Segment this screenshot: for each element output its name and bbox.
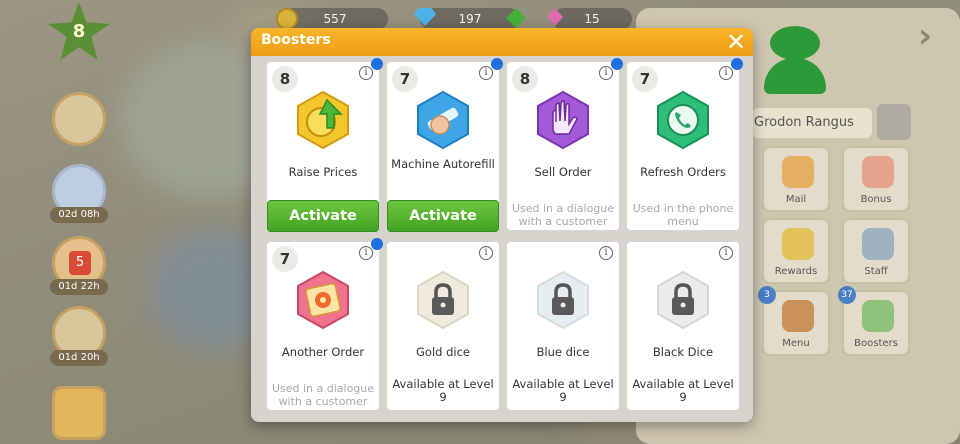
menu-tile-mail[interactable]: Mail	[762, 146, 830, 212]
dialog-title: Boosters	[261, 32, 331, 48]
menu-badge: 3	[758, 286, 776, 304]
lock-icon	[653, 270, 713, 330]
booster-name: Raise Prices	[288, 165, 358, 179]
usage-note: Used in a dialogue with a customer	[271, 382, 375, 408]
usage-note: Used in a dialogue with a customer	[511, 202, 615, 228]
info-icon[interactable]: i	[479, 246, 493, 260]
new-indicator-dot	[371, 58, 383, 70]
avatar-head	[770, 26, 820, 60]
new-indicator-dot	[491, 58, 503, 70]
menu-board-icon	[782, 300, 814, 332]
booster-name: Blue dice	[536, 345, 590, 359]
edit-name-button[interactable]	[877, 104, 911, 140]
booster-name: Machine Autorefill	[391, 157, 495, 171]
shop-button[interactable]	[52, 92, 106, 146]
new-indicator-dot	[371, 238, 383, 250]
booster-count: 8	[512, 66, 538, 92]
booster-card-raise-prices[interactable]: 8 i Raise Prices Activate	[267, 58, 383, 232]
boosters-badge: 37	[838, 286, 856, 304]
menu-tile-label: Staff	[864, 266, 888, 277]
unlock-note: Available at Level 9	[392, 377, 494, 404]
activate-button[interactable]: Activate	[387, 200, 499, 232]
info-icon[interactable]: i	[719, 246, 733, 260]
boosters-dialog: Boosters ✕ 8 i Raise Prices Activate 7 i	[251, 28, 753, 422]
menu-tile-label: Menu	[782, 338, 810, 349]
menu-tile-menu[interactable]: 3 Menu	[758, 286, 830, 356]
booster-name: Refresh Orders	[640, 165, 726, 179]
booster-name: Another Order	[281, 345, 365, 359]
booster-card-sell-order[interactable]: 8 i Sell Order Used in a dialogue with a…	[507, 58, 623, 230]
lock-icon	[413, 270, 473, 330]
left-hud: 8 02d 08h 5 01d 22h 01d 20h	[0, 0, 150, 444]
unlock-note: Available at Level 9	[632, 377, 734, 404]
calendar-day: 5	[69, 251, 91, 275]
menu-tile-boosters[interactable]: 37 Boosters	[838, 286, 910, 356]
boosters-icon	[862, 300, 894, 332]
dialog-header: Boosters ✕	[251, 28, 753, 56]
lock-icon	[533, 270, 593, 330]
gift-icon	[862, 156, 894, 188]
treasure-chest-button[interactable]	[52, 386, 106, 440]
close-button[interactable]: ✕	[722, 28, 750, 56]
booster-card-gold-dice[interactable]: i Gold dice Available at Level 9	[387, 242, 499, 410]
mail-icon	[782, 156, 814, 188]
booster-card-black-dice[interactable]: i Black Dice Available at Level 9	[627, 242, 739, 410]
booster-name: Sell Order	[534, 165, 592, 179]
info-icon[interactable]: i	[479, 66, 493, 80]
activate-button[interactable]: Activate	[267, 200, 379, 232]
staff-icon	[862, 228, 894, 260]
booster-count: 7	[272, 246, 298, 272]
tokens-count: 15	[584, 12, 600, 26]
event-timer-1: 02d 08h	[50, 207, 108, 223]
gems-count: 197	[458, 12, 482, 26]
menu-tile-rewards[interactable]: Rewards	[762, 218, 830, 284]
coin-arrow-icon	[293, 90, 353, 150]
hand-hammer-icon	[413, 90, 473, 150]
booster-count: 7	[392, 66, 418, 92]
coins-count: 557	[323, 12, 347, 26]
menu-tile-label: Rewards	[774, 266, 818, 277]
menu-tile-label: Boosters	[854, 338, 898, 349]
info-icon[interactable]: i	[599, 246, 613, 260]
player-name-field[interactable]: Grodon Rangus	[752, 108, 872, 138]
gems-bar: 197	[420, 8, 520, 30]
booster-card-blue-dice[interactable]: i Blue dice Available at Level 9	[507, 242, 619, 410]
trophy-icon	[782, 228, 814, 260]
coin-icon	[276, 8, 298, 30]
booster-name: Gold dice	[416, 345, 470, 359]
menu-tile-label: Mail	[785, 194, 807, 205]
booster-count: 7	[632, 66, 658, 92]
usage-note: Used in the phone menu	[632, 202, 734, 228]
booster-card-refresh-orders[interactable]: 7 i Refresh Orders Used in the phone men…	[627, 58, 743, 230]
info-icon[interactable]: i	[359, 246, 373, 260]
info-icon[interactable]: i	[359, 66, 373, 80]
hand-icon	[533, 90, 593, 150]
info-icon[interactable]: i	[719, 66, 733, 80]
unlock-note: Available at Level 9	[512, 377, 614, 404]
phone-icon	[653, 90, 713, 150]
level-star[interactable]: 8	[48, 2, 110, 60]
level-number: 8	[72, 20, 86, 42]
chevron-right-icon[interactable]: ›	[918, 16, 932, 56]
tokens-bar: 15	[552, 8, 632, 30]
booster-card-machine-autorefill[interactable]: 7 i Machine Autorefill Activate	[387, 58, 503, 232]
event-timer-2: 01d 22h	[50, 279, 108, 295]
info-icon[interactable]: i	[599, 66, 613, 80]
menu-tile-label: Bonus	[860, 194, 892, 205]
menu-tile-staff[interactable]: Staff	[842, 218, 910, 284]
cog-card-icon	[293, 270, 353, 330]
booster-name: Black Dice	[652, 345, 714, 359]
new-indicator-dot	[611, 58, 623, 70]
new-indicator-dot	[731, 58, 743, 70]
menu-tile-bonus[interactable]: Bonus	[842, 146, 910, 212]
booster-count: 8	[272, 66, 298, 92]
booster-card-another-order[interactable]: 7 i Another Order Used in a dialogue wit…	[267, 238, 383, 410]
event-timer-3: 01d 20h	[50, 350, 108, 366]
